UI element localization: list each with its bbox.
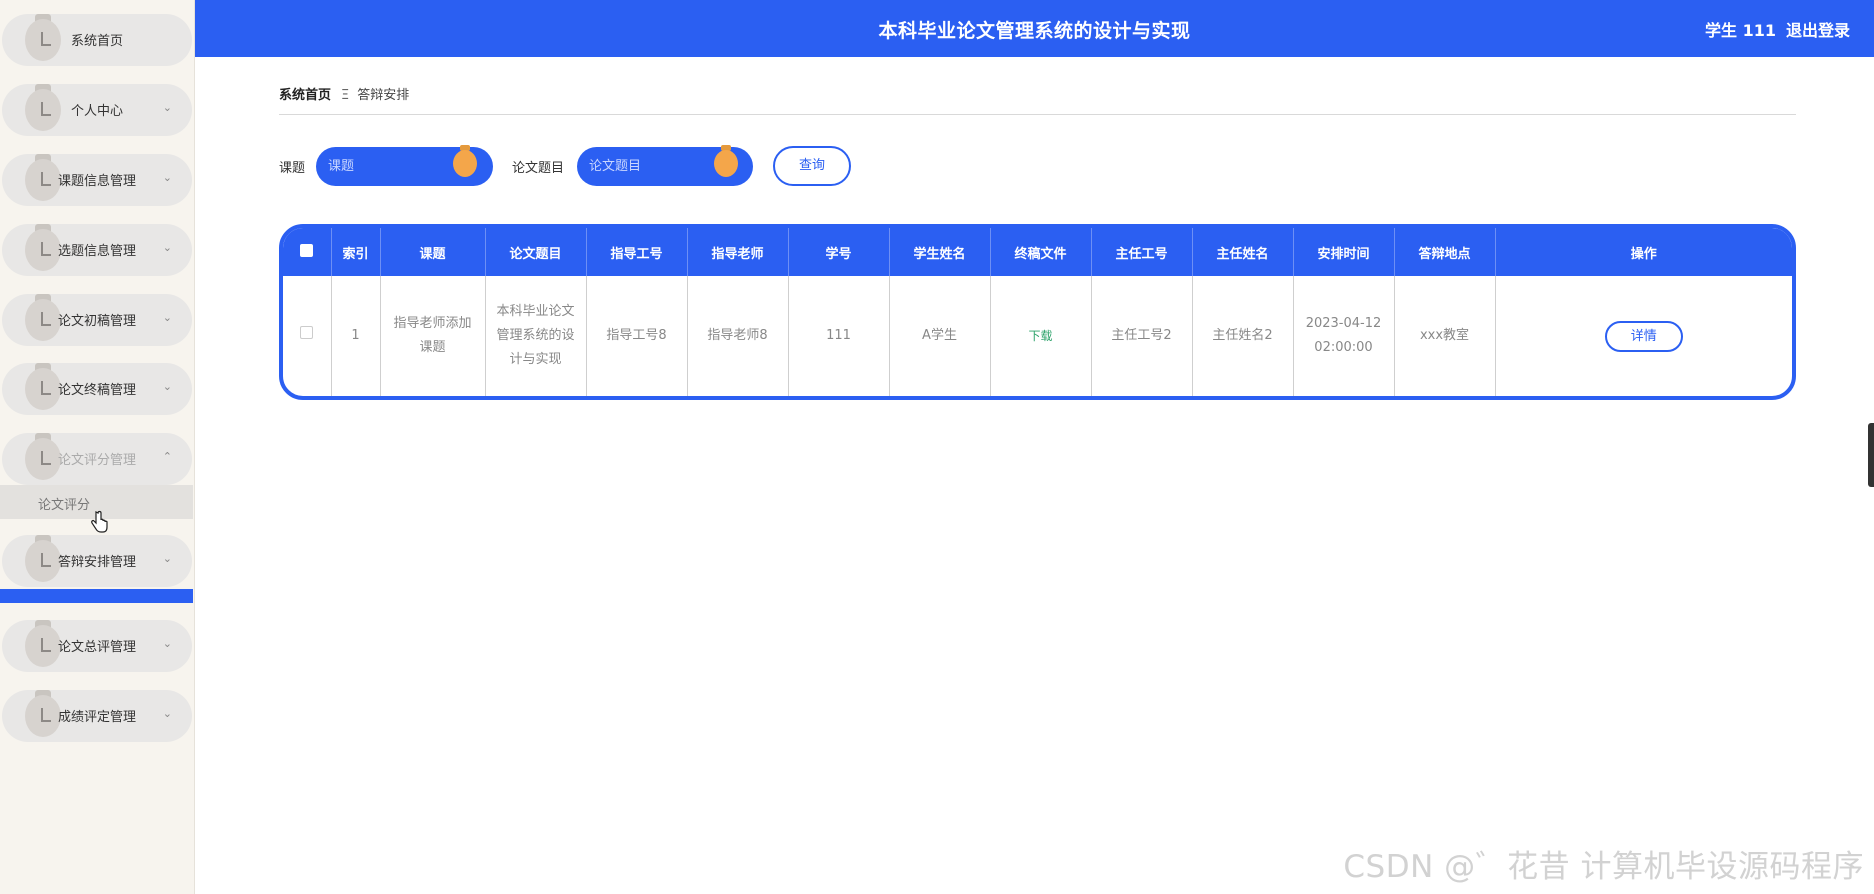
cell-location: xxx教室	[1394, 276, 1496, 396]
chevron-down-icon: ⌄	[162, 552, 172, 565]
cell-index: 1	[331, 276, 381, 396]
username: 学生 111	[1705, 21, 1776, 40]
header-bar: 本科毕业论文管理系统的设计与实现 学生 111 退出登录	[195, 0, 1874, 57]
orange-knob-icon	[452, 145, 478, 179]
cell-action: 详情	[1495, 276, 1792, 396]
active-indicator	[0, 589, 193, 603]
column-header: 学号	[788, 228, 890, 276]
column-header: 课题	[380, 228, 486, 276]
detail-button[interactable]: 详情	[1604, 320, 1683, 352]
select-all-checkbox[interactable]	[283, 228, 332, 276]
sidebar-item-grading[interactable]: 论文评分管理 ⌃	[2, 433, 192, 485]
cell-time: 2023-04-12 02:00:00	[1293, 276, 1395, 396]
chevron-down-icon: ⌄	[162, 171, 172, 184]
sidebar-item-profile[interactable]: 个人中心 ⌄	[2, 84, 192, 136]
query-button[interactable]: 查询	[773, 146, 851, 186]
sidebar-item-home[interactable]: 系统首页	[2, 14, 192, 66]
table-row: 1 指导老师添加课题 本科毕业论文管理系统的设计与实现 指导工号8 指导老师8 …	[283, 276, 1792, 396]
column-header: 论文题目	[485, 228, 587, 276]
cell-advisor-name: 指导老师8	[687, 276, 789, 396]
cell-director-name: 主任姓名2	[1192, 276, 1294, 396]
breadcrumb: 系统首页 Ξ 答辩安排	[279, 84, 409, 103]
app-title: 本科毕业论文管理系统的设计与实现	[878, 20, 1191, 42]
divider	[279, 114, 1796, 115]
sidebar-item-overall[interactable]: 论文总评管理 ⌄	[2, 620, 192, 672]
title-search-field	[577, 145, 753, 186]
sidebar-item-final[interactable]: 论文终稿管理 ⌄	[2, 363, 192, 415]
cell-student-name: A学生	[889, 276, 991, 396]
scrollbar-thumb[interactable]	[1868, 423, 1874, 487]
sidebar-subitem-label: 论文评分	[38, 498, 91, 513]
topic-search-field	[316, 145, 493, 186]
cell-director-id: 主任工号2	[1091, 276, 1193, 396]
cell-topic: 指导老师添加课题	[380, 276, 486, 396]
column-header: 学生姓名	[889, 228, 991, 276]
orange-knob-icon	[713, 145, 739, 179]
sidebar-item-defense[interactable]: 答辩安排管理 ⌄	[2, 535, 192, 587]
chevron-down-icon: ⌄	[162, 101, 172, 114]
user-area: 学生 111 退出登录	[1695, 17, 1850, 41]
cell-student-id: 111	[788, 276, 890, 396]
cell-advisor-id: 指导工号8	[586, 276, 688, 396]
column-header: 安排时间	[1293, 228, 1395, 276]
chevron-down-icon: ⌄	[162, 311, 172, 324]
sidebar-item-selection-info[interactable]: 选题信息管理 ⌄	[2, 224, 192, 276]
hand-cursor-icon	[91, 510, 108, 533]
breadcrumb-current: 答辩安排	[357, 88, 410, 103]
topic-search-input[interactable]	[328, 155, 458, 177]
column-header: 主任姓名	[1192, 228, 1294, 276]
breadcrumb-home[interactable]: 系统首页	[279, 88, 331, 103]
chevron-down-icon: ⌄	[162, 380, 172, 393]
data-table: 索引 课题 论文题目 指导工号 指导老师 学号 学生姓名 终稿文件 主任工号 主…	[279, 224, 1796, 400]
column-header: 答辩地点	[1394, 228, 1496, 276]
sidebar-item-label: 系统首页	[70, 34, 123, 49]
title-search-label: 论文题目	[512, 161, 565, 176]
chevron-down-icon: ⌄	[162, 637, 172, 650]
cell-final-file: 下载	[990, 276, 1092, 396]
table-header-row: 索引 课题 论文题目 指导工号 指导老师 学号 学生姓名 终稿文件 主任工号 主…	[283, 228, 1792, 276]
column-header: 主任工号	[1091, 228, 1193, 276]
sidebar: 系统首页 个人中心 ⌄ 课题信息管理 ⌄ 选题信息管理 ⌄ 论文初稿管理 ⌄ 论…	[0, 0, 195, 894]
chevron-down-icon: ⌄	[162, 241, 172, 254]
chevron-up-icon: ⌃	[162, 450, 172, 463]
title-search-input[interactable]	[589, 155, 719, 177]
download-link[interactable]: 下载	[1028, 329, 1052, 343]
column-header: 指导工号	[586, 228, 688, 276]
logout-link[interactable]: 退出登录	[1786, 21, 1850, 40]
column-header: 索引	[331, 228, 381, 276]
column-header: 操作	[1630, 246, 1657, 262]
column-header: 指导老师	[687, 228, 789, 276]
column-header: 终稿文件	[990, 228, 1092, 276]
chevron-down-icon: ⌄	[162, 707, 172, 720]
watermark: CSDN @゛花昔 计算机毕设源码程序	[1343, 849, 1864, 885]
topic-search-label: 课题	[279, 161, 306, 176]
row-checkbox[interactable]	[283, 276, 332, 396]
breadcrumb-separator-icon: Ξ	[341, 88, 350, 103]
sidebar-item-score[interactable]: 成绩评定管理 ⌄	[2, 690, 192, 742]
sidebar-item-draft[interactable]: 论文初稿管理 ⌄	[2, 294, 192, 346]
sidebar-item-topic-info[interactable]: 课题信息管理 ⌄	[2, 154, 192, 206]
cell-paper-title: 本科毕业论文管理系统的设计与实现	[485, 276, 587, 396]
